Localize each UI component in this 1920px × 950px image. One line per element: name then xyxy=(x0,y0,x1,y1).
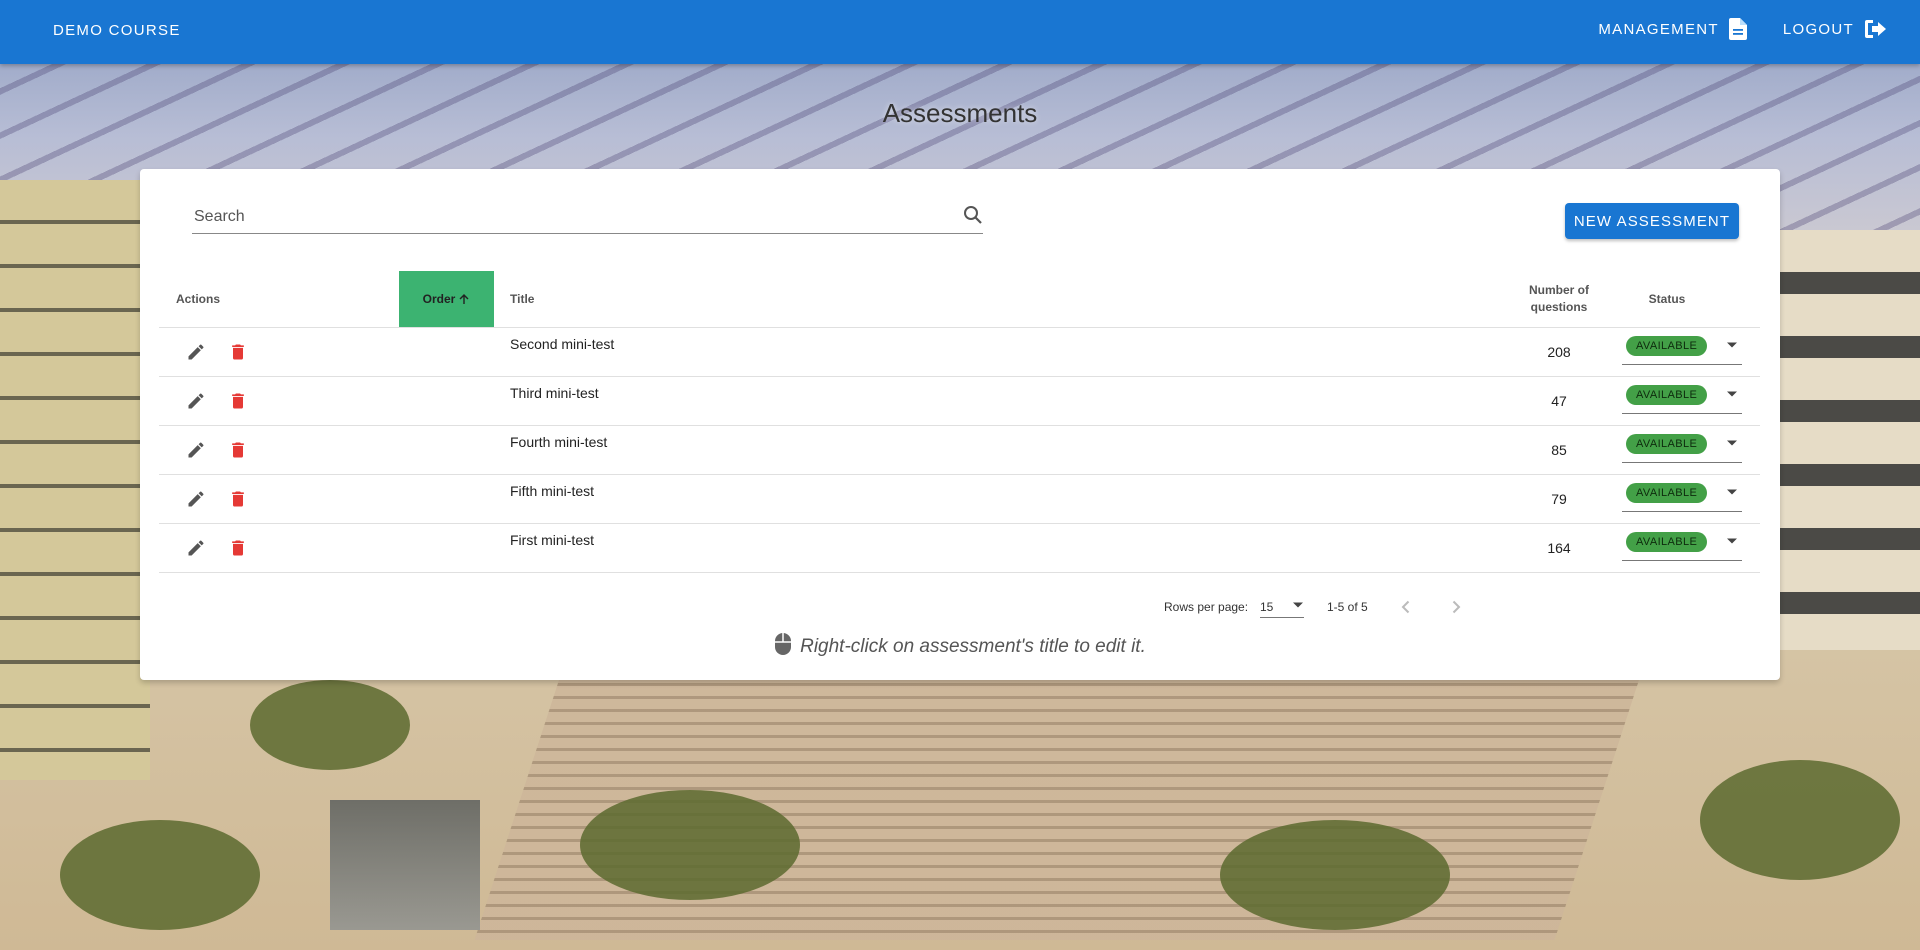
edit-icon[interactable] xyxy=(186,440,206,460)
column-header-title[interactable]: Title xyxy=(510,271,534,327)
page-title: Assessments xyxy=(882,98,1038,128)
rows-per-page-label: Rows per page: xyxy=(1164,600,1249,614)
top-nav: MANAGEMENT LOGOUT xyxy=(1598,18,1888,40)
order-header-label: Order xyxy=(422,292,456,306)
column-header-order[interactable]: Order xyxy=(399,271,494,327)
table-row: Fourth mini-test 85 AVAILABLE xyxy=(159,426,1760,475)
edit-icon[interactable] xyxy=(186,342,206,362)
rows-per-page-select[interactable]: 15 xyxy=(1260,595,1304,618)
edit-icon[interactable] xyxy=(186,538,206,558)
chevron-left-icon[interactable] xyxy=(1396,597,1416,617)
logout-button[interactable]: LOGOUT xyxy=(1783,18,1888,40)
table-row: Fifth mini-test 79 AVAILABLE xyxy=(159,475,1760,524)
column-header-actions: Actions xyxy=(176,292,221,306)
status-badge: AVAILABLE xyxy=(1626,532,1708,552)
status-badge: AVAILABLE xyxy=(1626,385,1708,405)
question-count: 47 xyxy=(1551,393,1567,409)
chevron-down-icon xyxy=(1727,391,1737,397)
course-name[interactable]: DEMO COURSE xyxy=(53,22,181,39)
status-badge: AVAILABLE xyxy=(1626,434,1708,454)
document-icon xyxy=(1728,18,1747,40)
page-range: 1-5 of 5 xyxy=(1327,600,1368,614)
question-count: 208 xyxy=(1547,344,1571,360)
search-field xyxy=(192,201,983,234)
assessments-table: Actions Order Title Number of questions … xyxy=(159,271,1760,573)
table-row: First mini-test 164 AVAILABLE xyxy=(159,524,1760,573)
assessment-title[interactable]: Second mini-test xyxy=(510,336,614,352)
chevron-down-icon xyxy=(1727,489,1737,495)
question-count: 164 xyxy=(1547,540,1571,556)
status-select[interactable]: AVAILABLE xyxy=(1622,530,1742,561)
new-assessment-button[interactable]: NEW ASSESSMENT xyxy=(1565,203,1739,239)
delete-icon[interactable] xyxy=(228,391,248,411)
chevron-down-icon xyxy=(1727,342,1737,348)
search-icon[interactable] xyxy=(963,205,983,225)
status-select[interactable]: AVAILABLE xyxy=(1622,432,1742,463)
edit-hint: Right-click on assessment's title to edi… xyxy=(140,632,1780,658)
count-header-line2: questions xyxy=(1530,300,1588,314)
mouse-icon xyxy=(775,633,792,655)
app-bar: DEMO COURSE MANAGEMENT LOGOUT xyxy=(0,0,1920,64)
table-row: Second mini-test 208 AVAILABLE xyxy=(159,328,1760,377)
count-header-line1: Number of xyxy=(1529,283,1589,297)
chevron-down-icon xyxy=(1727,440,1737,446)
column-header-status[interactable]: Status xyxy=(1627,271,1707,327)
delete-icon[interactable] xyxy=(228,538,248,558)
column-header-number-of-questions[interactable]: Number of questions xyxy=(1519,271,1599,327)
status-select[interactable]: AVAILABLE xyxy=(1622,481,1742,512)
status-badge: AVAILABLE xyxy=(1626,336,1708,356)
logout-icon xyxy=(1865,20,1886,38)
edit-hint-text: Right-click on assessment's title to edi… xyxy=(800,636,1146,657)
arrow-up-icon xyxy=(459,294,469,304)
edit-icon[interactable] xyxy=(186,489,206,509)
management-label: MANAGEMENT xyxy=(1598,20,1719,38)
table-body: Second mini-test 208 AVAILABLE Third min… xyxy=(159,328,1760,573)
chevron-right-icon[interactable] xyxy=(1446,597,1466,617)
chevron-down-icon xyxy=(1727,538,1737,544)
management-button[interactable]: MANAGEMENT xyxy=(1598,18,1747,40)
chevron-down-icon xyxy=(1293,602,1303,608)
question-count: 79 xyxy=(1551,491,1567,507)
rows-per-page-value: 15 xyxy=(1260,600,1274,614)
status-select[interactable]: AVAILABLE xyxy=(1622,334,1742,365)
delete-icon[interactable] xyxy=(228,489,248,509)
assessment-title[interactable]: Fourth mini-test xyxy=(510,434,607,450)
table-row: Third mini-test 47 AVAILABLE xyxy=(159,377,1760,426)
table-header: Actions Order Title Number of questions … xyxy=(159,271,1760,328)
assessments-card: NEW ASSESSMENT Actions Order Title Numbe… xyxy=(140,169,1780,680)
table-pagination: Rows per page: 15 1-5 of 5 xyxy=(1150,595,1750,619)
assessment-title[interactable]: First mini-test xyxy=(510,532,594,548)
assessment-title[interactable]: Fifth mini-test xyxy=(510,483,594,499)
status-select[interactable]: AVAILABLE xyxy=(1622,383,1742,414)
question-count: 85 xyxy=(1551,442,1567,458)
delete-icon[interactable] xyxy=(228,342,248,362)
status-badge: AVAILABLE xyxy=(1626,483,1708,503)
assessment-title[interactable]: Third mini-test xyxy=(510,385,599,401)
search-input[interactable] xyxy=(192,201,936,233)
edit-icon[interactable] xyxy=(186,391,206,411)
logout-label: LOGOUT xyxy=(1782,20,1854,38)
delete-icon[interactable] xyxy=(228,440,248,460)
